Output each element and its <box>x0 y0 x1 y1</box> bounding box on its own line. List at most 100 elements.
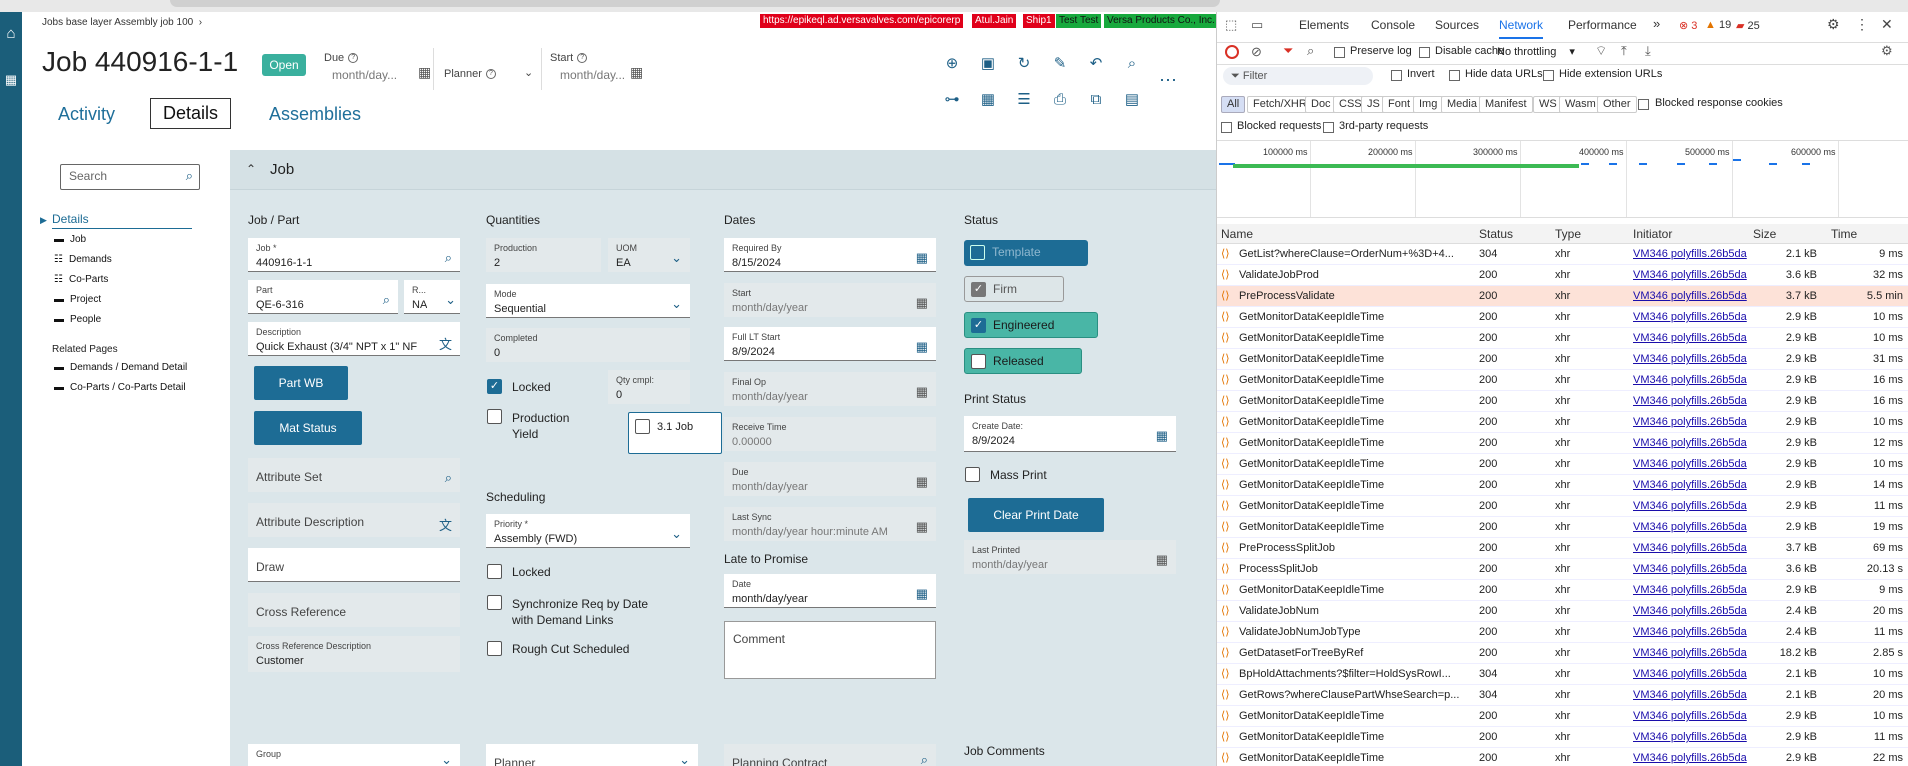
chevron-down-icon[interactable]: ⌄ <box>445 292 456 308</box>
tab-activity[interactable]: Activity <box>58 104 115 125</box>
calendar-icon[interactable]: ▦ <box>1156 552 1168 568</box>
cross-reference-description-field[interactable]: Cross Reference Description Customer <box>248 636 460 672</box>
help-icon[interactable]: ? <box>348 53 359 64</box>
type-filter-wasm[interactable]: Wasm <box>1559 96 1602 113</box>
description-field[interactable]: Description Quick Exhaust (3/4" NPT x 1" … <box>248 322 460 356</box>
network-request-row[interactable]: ⟨⟩ GetMonitorDataKeepIdleTime 200 xhr VM346 … <box>1217 412 1908 433</box>
request-init[interactable]: VM346 polyfills.26b5da <box>1633 727 1747 748</box>
invert-checkbox[interactable] <box>1391 70 1402 81</box>
translate-icon[interactable]: 文 <box>439 334 452 353</box>
settings-gear-icon[interactable]: ⚙ <box>1827 16 1840 33</box>
header-planner[interactable]: Planner? ⌄ <box>432 48 542 90</box>
network-request-row[interactable]: ⟨⟩ GetList?whereClause=OrderNum+%3D+4... 3… <box>1217 244 1908 265</box>
nav-details[interactable]: Details <box>52 212 192 229</box>
disable-cache-checkbox[interactable] <box>1419 47 1430 58</box>
chevron-up-icon[interactable]: ⌃ <box>246 162 256 176</box>
translate-icon[interactable]: 文 <box>439 515 452 534</box>
required-by-field[interactable]: Required By 8/15/2024 ▦ <box>724 238 936 272</box>
part-field[interactable]: Part QE-6-316 ⌕ <box>248 280 398 314</box>
add-new-icon[interactable]: ⊕ <box>942 54 962 74</box>
tab-console[interactable]: Console <box>1371 18 1415 32</box>
more-icon[interactable]: ⋯ <box>1158 70 1178 90</box>
request-init[interactable]: VM346 polyfills.26b5da <box>1633 412 1747 433</box>
job-field[interactable]: Job * 440916-1-1 ⌕ <box>248 238 460 272</box>
network-request-row[interactable]: ⟨⟩ GetMonitorDataKeepIdleTime 200 xhr VM346 … <box>1217 727 1908 748</box>
tab-network[interactable]: Network <box>1499 18 1544 39</box>
tab-sources[interactable]: Sources <box>1435 18 1479 32</box>
request-init[interactable]: VM346 polyfills.26b5da <box>1633 391 1747 412</box>
blocked-requests-checkbox[interactable] <box>1221 122 1232 133</box>
mass-print-checkbox[interactable] <box>965 467 980 482</box>
draw-field[interactable]: Draw <box>248 548 460 582</box>
attribute-description-field[interactable]: Attribute Description 文 <box>248 503 460 537</box>
preserve-log-checkbox[interactable] <box>1334 47 1345 58</box>
request-init[interactable]: VM346 polyfills.26b5da <box>1633 328 1747 349</box>
calendar-icon[interactable]: ▦ <box>1156 428 1168 444</box>
mat-status-button[interactable]: Mat Status <box>254 411 362 445</box>
network-request-row[interactable]: ⟨⟩ GetMonitorDataKeepIdleTime 200 xhr VM346 … <box>1217 307 1908 328</box>
sched-locked-checkbox[interactable] <box>487 564 502 579</box>
network-timeline-overview[interactable]: 100000 ms 200000 ms 300000 ms 400000 ms … <box>1217 140 1908 218</box>
issues-counter[interactable]: ▰ 25 <box>1736 19 1760 32</box>
search-icon[interactable]: ⌕ <box>445 250 452 266</box>
request-init[interactable]: VM346 polyfills.26b5da <box>1633 622 1747 643</box>
calendar-icon[interactable]: ▦ <box>418 64 431 81</box>
header-due[interactable]: Due? month/day... ▦ <box>324 48 434 90</box>
calendar-icon[interactable]: ▦ <box>916 519 928 535</box>
chevron-down-icon[interactable]: ⌄ <box>679 752 690 766</box>
export-har-icon[interactable]: ⤓ <box>1645 43 1651 59</box>
warning-counter[interactable]: ▲ 19 <box>1705 19 1731 31</box>
production-yield-checkbox[interactable] <box>487 409 502 424</box>
search-icon[interactable]: ⌕ <box>186 168 193 184</box>
type-filter-fetch-xhr[interactable]: Fetch/XHR <box>1247 96 1313 113</box>
network-request-row[interactable]: ⟨⟩ GetMonitorDataKeepIdleTime 200 xhr VM346 … <box>1217 496 1908 517</box>
request-init[interactable]: VM346 polyfills.26b5da <box>1633 748 1747 766</box>
notes-icon[interactable]: ▤ <box>1122 90 1142 110</box>
planning-contract-field[interactable]: Planning Contract ⌕ <box>724 744 936 766</box>
revision-field[interactable]: R... NA ⌄ <box>404 280 460 314</box>
clear-print-date-button[interactable]: Clear Print Date <box>968 498 1104 532</box>
search-icon[interactable]: ⌕ <box>921 752 928 766</box>
full-lt-start-field[interactable]: Full LT Start 8/9/2024 ▦ <box>724 327 936 361</box>
tab-performance[interactable]: Performance <box>1568 18 1637 32</box>
network-request-row[interactable]: ⟨⟩ ValidateJobNumJobType 200 xhr VM346 polyf… <box>1217 622 1908 643</box>
network-request-row[interactable]: ⟨⟩ GetMonitorDataKeepIdleTime 200 xhr VM346 … <box>1217 391 1908 412</box>
tab-details[interactable]: Details <box>150 98 232 129</box>
production-field[interactable]: Production 2 <box>486 238 601 272</box>
request-init[interactable]: VM346 polyfills.26b5da <box>1633 370 1747 391</box>
refresh-icon[interactable]: ↻ <box>1014 54 1034 74</box>
chevron-down-icon[interactable]: ⌄ <box>441 752 452 766</box>
tab-elements[interactable]: Elements <box>1299 18 1349 32</box>
request-init[interactable]: VM346 polyfills.26b5da <box>1633 538 1747 559</box>
due-field[interactable]: Due month/day/year ▦ <box>724 462 936 496</box>
sliders-icon[interactable]: ☰ <box>1014 90 1034 110</box>
type-filter-media[interactable]: Media <box>1441 96 1483 113</box>
related-co-parts[interactable]: ▬ Co-Parts / Co-Parts Detail <box>54 382 186 393</box>
cross-reference-field[interactable]: Cross Reference <box>248 593 460 627</box>
error-counter[interactable]: ⊗ 3 <box>1679 19 1697 32</box>
request-init[interactable]: VM346 polyfills.26b5da <box>1633 496 1747 517</box>
request-init[interactable]: VM346 polyfills.26b5da <box>1633 433 1747 454</box>
request-init[interactable]: VM346 polyfills.26b5da <box>1633 244 1747 265</box>
attachment-icon[interactable]: ⧉ <box>1086 90 1106 110</box>
calendar-icon[interactable]: ▦ <box>916 384 928 400</box>
import-har-icon[interactable]: ⤒ <box>1621 43 1627 59</box>
type-filter-manifest[interactable]: Manifest <box>1479 96 1533 113</box>
search-icon[interactable]: ⌕ <box>383 292 390 308</box>
request-init[interactable]: VM346 polyfills.26b5da <box>1633 454 1747 475</box>
print-icon[interactable]: ⎙ <box>1050 90 1070 110</box>
filter-icon[interactable]: ⏷ <box>1283 43 1293 59</box>
last-printed-field[interactable]: Last Printed month/day/year ▦ <box>964 540 1176 574</box>
network-request-row[interactable]: ⟨⟩ GetDatasetForTreeByRef 200 xhr VM346 poly… <box>1217 643 1908 664</box>
network-request-row[interactable]: ⟨⟩ PreProcessValidate 200 xhr VM346 polyfill… <box>1217 286 1908 307</box>
mode-field[interactable]: Mode Sequential ⌄ <box>486 284 690 318</box>
network-request-row[interactable]: ⟨⟩ GetMonitorDataKeepIdleTime 200 xhr VM346 … <box>1217 328 1908 349</box>
request-init[interactable]: VM346 polyfills.26b5da <box>1633 307 1747 328</box>
home-icon[interactable]: ⌂ <box>3 26 19 42</box>
request-init[interactable]: VM346 polyfills.26b5da <box>1633 685 1747 706</box>
completed-field[interactable]: Completed 0 <box>486 328 690 362</box>
network-request-row[interactable]: ⟨⟩ GetRows?whereClausePartWhseSearch=p...… <box>1217 685 1908 706</box>
record-icon[interactable] <box>1225 45 1239 59</box>
calendar-icon[interactable]: ▦ <box>916 474 928 490</box>
attribute-set-field[interactable]: Attribute Set ⌕ <box>248 458 460 492</box>
